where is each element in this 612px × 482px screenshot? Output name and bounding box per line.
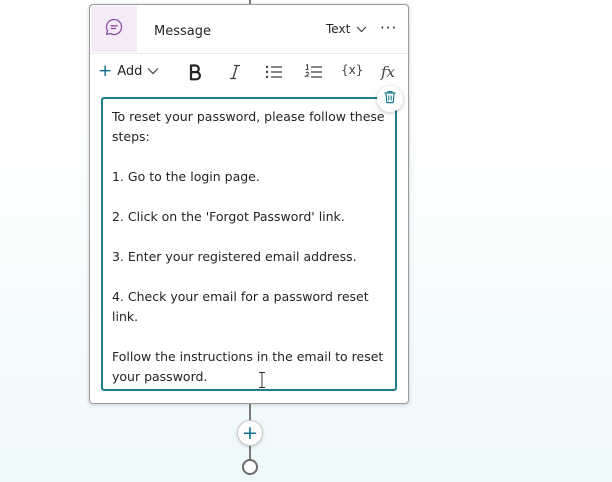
bulleted-list-icon (264, 63, 284, 85)
editor-toolbar: + Add {x} fx (90, 54, 408, 94)
variable-icon: {x} (341, 63, 364, 77)
bold-icon (188, 63, 202, 85)
delete-node-button[interactable] (377, 86, 403, 112)
insert-formula-button[interactable]: fx (381, 63, 395, 81)
editor-paragraph: Follow the instructions in the email to … (112, 349, 384, 384)
message-node-icon-box (91, 6, 137, 52)
bulleted-list-button[interactable] (264, 63, 284, 85)
editor-paragraph: 1. Go to the login page. (112, 169, 260, 184)
node-header: Message Text ··· (90, 5, 408, 54)
chat-bubble-icon (104, 17, 124, 41)
trash-icon (382, 89, 398, 109)
flow-end-node (242, 459, 258, 475)
add-node-button[interactable]: + (237, 420, 263, 446)
node-title: Message (154, 24, 211, 39)
numbered-list-icon (303, 63, 324, 85)
plus-icon: + (98, 61, 113, 81)
chevron-down-icon (356, 22, 367, 36)
bold-button[interactable] (188, 63, 202, 85)
add-button-label: Add (117, 64, 143, 79)
insert-variable-button[interactable]: {x} (341, 63, 363, 77)
editor-paragraph: To reset your password, please follow th… (112, 109, 385, 144)
italic-icon (228, 63, 242, 85)
message-node-card[interactable]: Message Text ··· + Add {x} fx To reset y… (89, 4, 409, 404)
italic-button[interactable] (228, 63, 242, 85)
chevron-down-icon (147, 64, 159, 79)
message-text-editor[interactable]: To reset your password, please follow th… (101, 97, 397, 391)
editor-paragraph: 4. Check your email for a password reset… (112, 289, 369, 324)
numbered-list-button[interactable] (303, 63, 324, 85)
formula-icon: fx (381, 63, 396, 81)
text-cursor-icon (258, 371, 266, 389)
editor-paragraph: 3. Enter your registered email address. (112, 249, 357, 264)
add-button[interactable]: + Add (98, 63, 159, 80)
message-type-value: Text (326, 22, 351, 36)
more-options-button[interactable]: ··· (380, 19, 397, 37)
message-type-select[interactable]: Text (326, 22, 367, 36)
editor-paragraph: 2. Click on the 'Forgot Password' link. (112, 209, 345, 224)
